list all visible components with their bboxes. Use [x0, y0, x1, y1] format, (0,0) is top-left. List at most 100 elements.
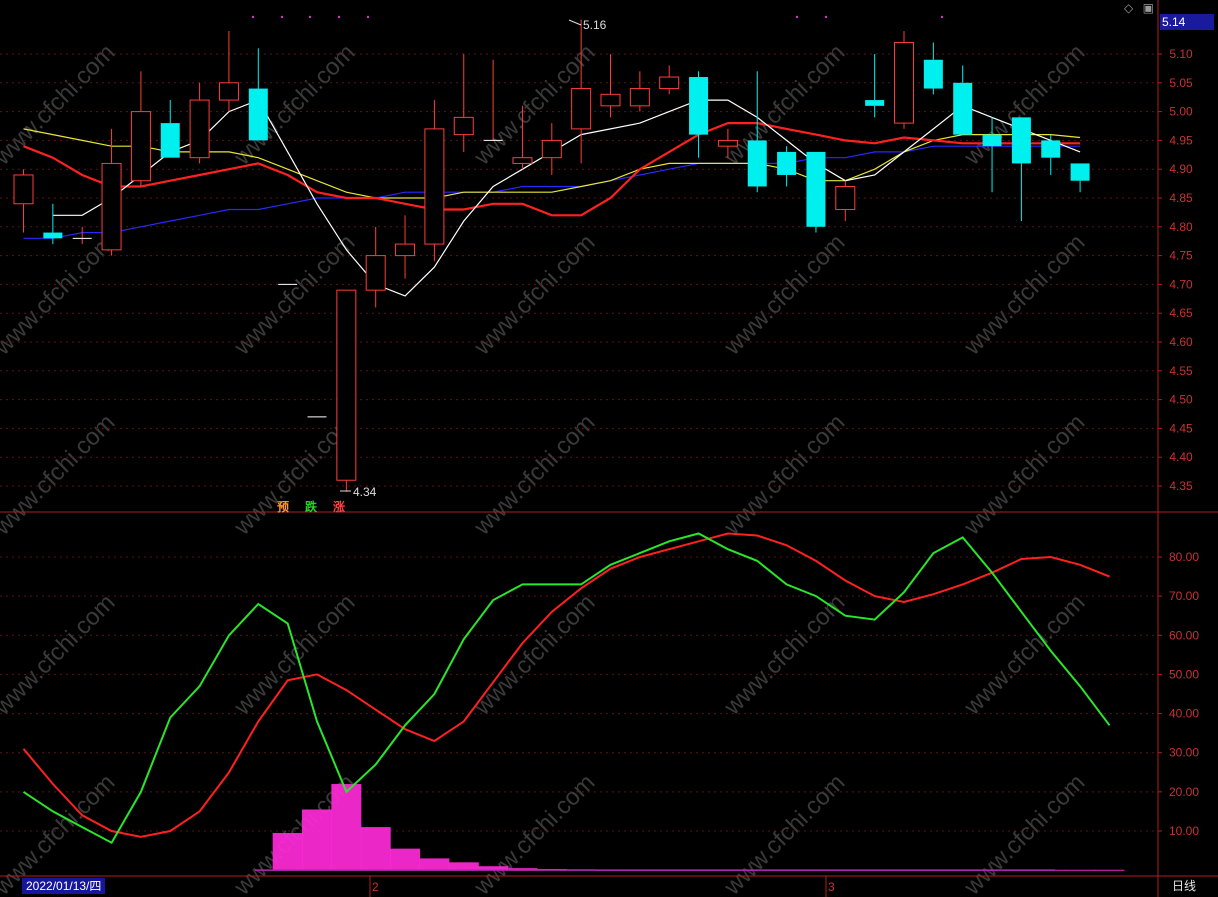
event-dot	[795, 15, 799, 19]
signal-fall: 跌	[304, 500, 317, 514]
candle-body	[1070, 163, 1090, 181]
high-arrow	[568, 19, 582, 26]
indicator-tick-label: 10.00	[1169, 824, 1199, 838]
candle	[571, 19, 592, 164]
watermark-text: www.cfchi.com	[958, 589, 1090, 721]
watermark-text: www.cfchi.com	[958, 229, 1090, 361]
current-price-badge: 5.14	[1160, 14, 1214, 30]
candle	[541, 123, 562, 175]
candle-body	[571, 88, 592, 130]
candle-body	[600, 93, 621, 107]
low-annotation: 4.34	[353, 485, 377, 499]
price-tick-label: 4.65	[1169, 306, 1193, 320]
watermark-text: www.cfchi.com	[468, 769, 600, 897]
candle-body	[336, 289, 357, 481]
candle-body	[424, 128, 445, 245]
histogram-bar	[272, 832, 303, 871]
candle	[248, 48, 268, 141]
candle-body	[689, 77, 709, 135]
indicator-tick-label: 60.00	[1169, 628, 1199, 642]
histogram-bar	[419, 858, 450, 871]
candle-body	[982, 134, 1002, 147]
window-controls[interactable]: ◇ ▣	[1124, 1, 1154, 15]
watermark-text: www.cfchi.com	[718, 769, 850, 897]
candle-body	[629, 88, 650, 107]
watermark-layer: www.cfchi.com www.cfchi.com www.cfchi.com w…	[0, 39, 1090, 897]
candle	[600, 54, 621, 118]
watermark-text: www.cfchi.com	[718, 39, 850, 171]
price-tick-label: 5.00	[1169, 105, 1193, 119]
event-dot	[366, 15, 370, 19]
event-dot	[337, 15, 341, 19]
candle	[101, 128, 122, 256]
candle-body	[365, 255, 386, 291]
indicator-tick-label: 20.00	[1169, 785, 1199, 799]
month-label: 3	[828, 880, 835, 894]
candle-body	[923, 59, 943, 89]
candle-body	[218, 82, 239, 101]
event-dot	[940, 15, 944, 19]
candle	[218, 30, 239, 112]
candle-body	[806, 151, 826, 227]
candle-body	[453, 116, 474, 136]
watermark-text: www.cfchi.com	[0, 589, 120, 721]
candle	[659, 65, 680, 95]
candle	[365, 226, 386, 308]
indicator-tick-label: 70.00	[1169, 589, 1199, 603]
price-tick-label: 5.10	[1169, 47, 1193, 61]
candle-body	[953, 82, 973, 135]
candle	[189, 82, 210, 164]
candle	[629, 71, 650, 112]
candle	[835, 180, 856, 222]
candle-body	[43, 232, 63, 239]
histogram-bar	[1065, 869, 1096, 871]
indicator-tick-label: 50.00	[1169, 667, 1199, 681]
candle	[336, 289, 357, 492]
candle	[130, 71, 151, 187]
candle-body	[717, 139, 738, 147]
cursor-date: 2022/01/13/四	[22, 878, 106, 894]
price-tick-label: 4.95	[1169, 133, 1193, 147]
watermark-text: www.cfchi.com	[468, 589, 600, 721]
month-label: 2	[372, 880, 379, 894]
kline-chart[interactable]: www.cfchi.com www.cfchi.com www.cfchi.com w…	[0, 0, 1218, 897]
watermark-text: www.cfchi.com	[468, 229, 600, 361]
high-annotation: 5.16	[583, 18, 607, 32]
candle	[395, 215, 416, 279]
candle-body	[894, 41, 914, 124]
restore-icon[interactable]: ▣	[1143, 1, 1154, 15]
candle-body	[541, 139, 562, 159]
price-tick-label: 4.60	[1169, 335, 1193, 349]
diamond-icon[interactable]: ◇	[1124, 1, 1133, 15]
watermark-text: www.cfchi.com	[228, 589, 360, 721]
price-tick-label: 4.40	[1169, 450, 1193, 464]
candle-body	[101, 162, 122, 251]
watermark-text: www.cfchi.com	[958, 769, 1090, 897]
price-tick-label: 4.45	[1169, 421, 1193, 435]
period-selector[interactable]: 日线	[1161, 878, 1207, 894]
candle	[453, 54, 474, 152]
candle	[953, 65, 973, 135]
signal-predict: 预	[276, 500, 289, 514]
price-tick-label: 4.35	[1169, 479, 1193, 493]
candle-body	[130, 111, 151, 182]
candle	[894, 30, 914, 129]
event-dot	[251, 15, 255, 19]
candle-body	[512, 157, 533, 164]
candle-body	[1041, 140, 1061, 158]
price-tick-label: 4.70	[1169, 277, 1193, 291]
candle	[777, 146, 797, 187]
price-tick-label: 4.80	[1169, 220, 1193, 234]
candle	[13, 169, 34, 233]
candle-body	[865, 100, 885, 106]
histogram-bar	[331, 784, 362, 871]
candle-body	[160, 123, 180, 158]
price-tick-label: 4.75	[1169, 249, 1193, 263]
candle-body	[1011, 117, 1031, 164]
price-axis: 5.10 5.05 5.00 4.95 4.90 4.85 4.80 4.75 4.70 4.65…	[1158, 47, 1199, 838]
candle-body	[659, 76, 680, 90]
indicator-tick-label: 30.00	[1169, 746, 1199, 760]
watermark-text: www.cfchi.com	[0, 39, 120, 171]
candle-body	[835, 185, 856, 211]
price-tick-label: 5.05	[1169, 76, 1193, 90]
